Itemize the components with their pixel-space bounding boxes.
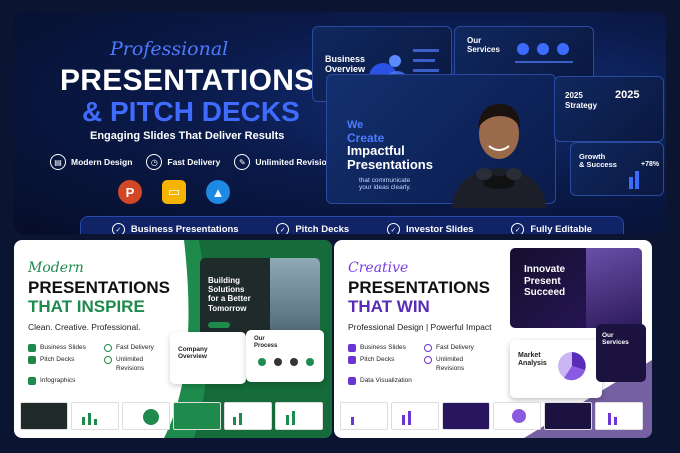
bar-item-business-presentations: ✓ Business Presentations <box>111 223 239 234</box>
thumbnail <box>71 402 119 430</box>
script-title: Modern <box>28 260 84 276</box>
thumbnail <box>20 402 68 430</box>
clock-icon <box>424 344 432 352</box>
thumbnail <box>595 402 643 430</box>
bar-item-investor-slides: ✓ Investor Slides <box>386 223 474 234</box>
google-slides-icon: ▭ <box>162 180 186 204</box>
thumbnail-strip <box>20 402 323 430</box>
clock-icon: ◷ <box>146 154 163 170</box>
feature-row: ▤ Modern Design ◷ Fast Delivery ✎ Unlimi… <box>50 154 337 170</box>
app-icons: P ▭ ▲ <box>118 180 230 204</box>
slides-icon <box>348 344 356 352</box>
process-steps <box>258 358 314 366</box>
list-item: Unlimited Revisions <box>424 356 514 373</box>
chart-icon <box>348 377 356 386</box>
thumbnail <box>340 402 388 430</box>
title-line-2: THAT INSPIRE <box>28 297 145 316</box>
thumbnail <box>173 402 221 430</box>
feature-list: Business Slides Fast Delivery Pitch Deck… <box>348 344 514 386</box>
keynote-icon: ▲ <box>206 180 230 204</box>
thumbnail <box>493 402 541 430</box>
feature-fast-delivery: ◷ Fast Delivery <box>146 154 220 170</box>
mock-slide-growth: Growth & Success +78% <box>570 142 664 196</box>
title-line-1: PRESENTATIONS <box>60 64 315 97</box>
list-item: Infographics <box>28 377 100 386</box>
mock-slide-strategy: 2025 Strategy 2025 <box>554 76 664 142</box>
clock-icon <box>104 344 112 352</box>
list-item: Business Slides <box>28 344 100 352</box>
card-innovate: Innovate Present Succeed <box>510 248 642 328</box>
growth-bars <box>629 171 639 189</box>
presenter-photo <box>452 104 546 208</box>
feature-unlimited-revisions: ✎ Unlimited Revisions <box>234 154 337 170</box>
list-item: Fast Delivery <box>424 344 514 352</box>
bar-item-fully-editable: ✓ Fully Editable <box>511 223 592 234</box>
check-icon: ✓ <box>386 223 400 234</box>
title-line-1: PRESENTATIONS <box>28 278 170 297</box>
feature-modern-design: ▤ Modern Design <box>50 154 132 170</box>
list-item: Business Slides <box>348 344 420 352</box>
card-building-solutions: Building Solutions for a Better Tomorrow <box>200 258 320 338</box>
list-item: Pitch Decks <box>28 356 100 373</box>
script-title: Creative <box>348 260 409 276</box>
thumbnail <box>275 402 323 430</box>
pie-graphic <box>558 352 586 381</box>
thumbnail <box>224 402 272 430</box>
thumbnail <box>442 402 490 430</box>
service-bar: ✓ Business Presentations ✓ Pitch Decks ✓… <box>80 216 624 234</box>
card-button <box>208 322 230 328</box>
card-market-analysis: Market Analysis <box>510 340 602 398</box>
slides-icon <box>28 344 36 352</box>
check-icon: ✓ <box>111 223 125 234</box>
card-company-overview: Company Overview <box>170 332 246 384</box>
list-item: Pitch Decks <box>348 356 420 373</box>
panel-modern: Modern PRESENTATIONS THAT INSPIRE Clean.… <box>14 240 332 438</box>
edit-icon: ✎ <box>234 154 251 170</box>
card-our-services: Our Services <box>596 324 646 382</box>
thumbnail <box>391 402 439 430</box>
building-photo <box>270 258 320 338</box>
chart-icon <box>28 377 36 386</box>
top-banner: Professional PRESENTATIONS & PITCH DECKS… <box>14 12 666 234</box>
title-line-2: & PITCH DECKS <box>82 96 300 127</box>
subtitle: Engaging Slides That Deliver Results <box>90 130 285 142</box>
deck-icon <box>348 356 356 365</box>
thumbnail <box>122 402 170 430</box>
check-icon: ✓ <box>276 223 290 234</box>
title-line-1: PRESENTATIONS <box>348 278 490 297</box>
panel-creative: Creative PRESENTATIONS THAT WIN Professi… <box>334 240 652 438</box>
thumbnail <box>544 402 592 430</box>
card-our-process: Our Process <box>246 330 324 382</box>
bar-item-pitch-decks: ✓ Pitch Decks <box>276 223 349 234</box>
refresh-icon <box>424 356 432 365</box>
title-line-2: THAT WIN <box>348 297 430 316</box>
check-icon: ✓ <box>511 223 525 234</box>
monitor-icon: ▤ <box>50 154 66 170</box>
powerpoint-icon: P <box>118 180 142 204</box>
script-title: Professional <box>110 38 229 60</box>
refresh-icon <box>104 356 112 365</box>
subtitle: Clean. Creative. Professional. <box>28 322 141 332</box>
deck-icon <box>28 356 36 365</box>
subtitle: Professional Design | Powerful Impact <box>348 322 492 332</box>
building-photo <box>586 248 642 328</box>
list-item: Data Visualization <box>348 377 420 386</box>
thumbnail-strip <box>340 402 643 430</box>
